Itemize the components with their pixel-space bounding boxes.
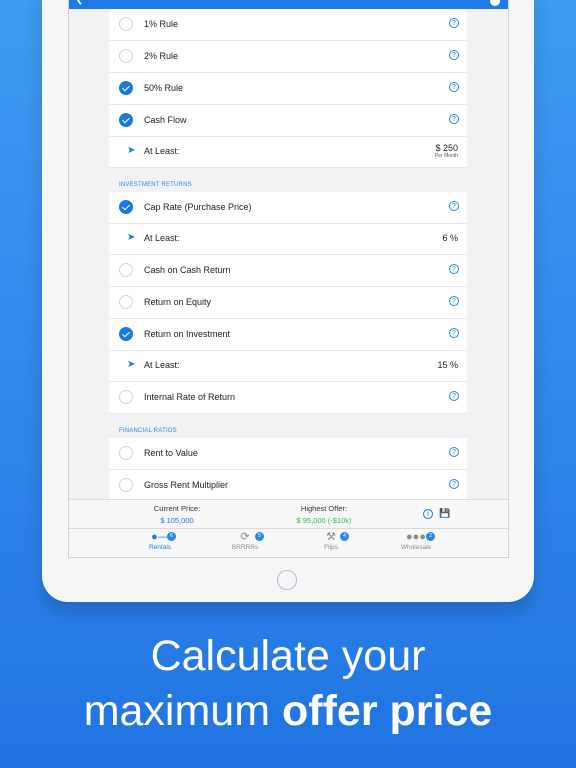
help-icon[interactable]: ? [449,114,459,124]
criteria-row-cash-flow[interactable]: Cash Flow ? [109,105,467,137]
value-amount: $ 250 [435,143,458,153]
current-price-value: $ 105,000 [160,516,194,525]
section-title: INVESTMENT RETURNS [119,182,192,188]
help-icon[interactable]: ? [449,391,459,401]
row-label: Return on Equity [144,297,212,307]
cap-rate-minimum-row[interactable]: ➤ At Least: 6 % [109,224,467,255]
row-label: At Least: [144,233,180,243]
tab-badge: 2 [426,532,435,541]
highest-offer-block: Highest Offer: $ 95,000 (-$10k) [279,504,369,525]
checked-checkbox-icon[interactable] [119,327,133,341]
help-icon[interactable]: ? [449,264,459,274]
tab-label: Wholesale [400,544,432,551]
help-icon[interactable]: ? [449,82,459,92]
criteria-row-cash-on-cash[interactable]: Cash on Cash Return ? [109,255,467,287]
current-price-label: Current Price: [153,504,201,513]
price-summary-bar: Current Price: $ 105,000 Highest Offer: … [69,499,508,529]
tab-brrrrs[interactable]: ⟳ 5 BRRRRs [205,531,285,551]
roi-minimum-row[interactable]: ➤ At Least: 15 % [109,351,467,382]
criteria-row-irr[interactable]: Internal Rate of Return ? [109,382,467,414]
navigation-bar: ❮ [69,0,508,9]
help-icon[interactable]: ? [449,201,459,211]
roi-minimum-value[interactable]: 15 % [437,360,458,370]
checkbox-icon[interactable] [119,295,133,309]
arrow-icon: ➤ [127,145,136,156]
checkbox-icon[interactable] [119,390,133,404]
tab-label: Flips [324,544,338,551]
caption-line-1: Calculate your [0,630,576,682]
row-label: Internal Rate of Return [144,392,236,402]
criteria-row-50-percent-rule[interactable]: 50% Rule ? [109,73,467,105]
cash-flow-minimum-row[interactable]: ➤ At Least: $ 250 Per Month [109,137,467,168]
key-icon: ●— [151,531,169,543]
checked-checkbox-icon[interactable] [119,81,133,95]
row-label: At Least: [144,360,180,370]
caption-text: Calculate your [150,632,426,680]
checked-checkbox-icon[interactable] [119,200,133,214]
tab-rentals[interactable]: ●— 6 Rentals [120,531,200,551]
tab-wholesale[interactable]: ●●● 2 Wholesale [376,531,456,551]
app-screen: ❮ 1% Rule ? 2% Rule ? 50% Rule ? Cash Fl… [68,0,509,558]
tab-label: BRRRRs [231,544,259,551]
arrow-icon: ➤ [127,359,136,370]
criteria-row-2-percent-rule[interactable]: 2% Rule ? [109,41,467,73]
save-icon[interactable]: 💾 [439,508,450,519]
criteria-list: 1% Rule ? 2% Rule ? 50% Rule ? Cash Flow… [109,9,467,500]
people-icon: ●●● [406,531,426,543]
row-label: Rent to Value [144,448,198,458]
arrow-icon: ➤ [127,232,136,243]
help-icon[interactable]: ? [449,296,459,306]
tab-bar: ●— 6 Rentals ⟳ 5 BRRRRs ⚒ 4 Flips ●●● 2 … [69,528,508,557]
nav-action-icon[interactable] [490,0,500,6]
help-icon[interactable]: ? [449,479,459,489]
criteria-row-return-on-equity[interactable]: Return on Equity ? [109,287,467,319]
criteria-row-return-on-investment[interactable]: Return on Investment ? [109,319,467,351]
criteria-row-1-percent-rule[interactable]: 1% Rule ? [109,9,467,41]
checked-checkbox-icon[interactable] [119,113,133,127]
row-label: 50% Rule [144,83,184,93]
row-label: Cash on Cash Return [144,265,231,275]
row-label: Return on Investment [144,329,231,339]
checkbox-icon[interactable] [119,17,133,31]
criteria-row-cap-rate[interactable]: Cap Rate (Purchase Price) ? [109,192,467,224]
section-header-investment-returns: INVESTMENT RETURNS [109,168,467,192]
info-icon[interactable]: i [423,509,433,519]
help-icon[interactable]: ? [449,18,459,28]
help-icon[interactable]: ? [449,447,459,457]
checkbox-icon[interactable] [119,49,133,63]
tab-badge: 4 [340,532,349,541]
caption-text-bold: offer price [282,687,493,735]
cash-flow-minimum-value[interactable]: $ 250 Per Month [435,143,458,159]
tab-label: Rentals [148,544,172,551]
tab-badge: 6 [167,532,176,541]
tab-badge: 5 [255,532,264,541]
row-label: Cash Flow [144,115,187,125]
value-unit: Per Month [434,153,458,159]
section-header-financial-ratios: FINANCIAL RATIOS [109,414,467,438]
row-label: 2% Rule [144,51,179,61]
home-button[interactable] [277,570,297,590]
row-label: Cap Rate (Purchase Price) [144,202,252,212]
highest-offer-label: Highest Offer: [300,504,348,513]
refresh-icon: ⟳ [240,531,250,543]
current-price-block: Current Price: $ 105,000 [137,504,217,525]
row-label: 1% Rule [144,19,179,29]
checkbox-icon[interactable] [119,446,133,460]
tab-flips[interactable]: ⚒ 4 Flips [291,531,371,551]
caption-text-regular: maximum [83,687,282,735]
help-icon[interactable]: ? [449,328,459,338]
highest-offer-value: $ 95,000 (-$10k) [296,516,352,525]
section-title: FINANCIAL RATIOS [119,428,177,434]
checkbox-icon[interactable] [119,263,133,277]
caption-line-2: maximum offer price [0,685,576,737]
cap-rate-minimum-value[interactable]: 6 % [442,233,458,243]
row-label: Gross Rent Multiplier [144,480,229,490]
help-icon[interactable]: ? [449,50,459,60]
chevron-left-icon[interactable]: ❮ [75,0,83,5]
criteria-row-gross-rent-multiplier[interactable]: Gross Rent Multiplier ? [109,470,467,500]
row-label: At Least: [144,146,180,156]
tools-icon: ⚒ [326,531,336,543]
checkbox-icon[interactable] [119,478,133,492]
criteria-row-rent-to-value[interactable]: Rent to Value ? [109,438,467,470]
